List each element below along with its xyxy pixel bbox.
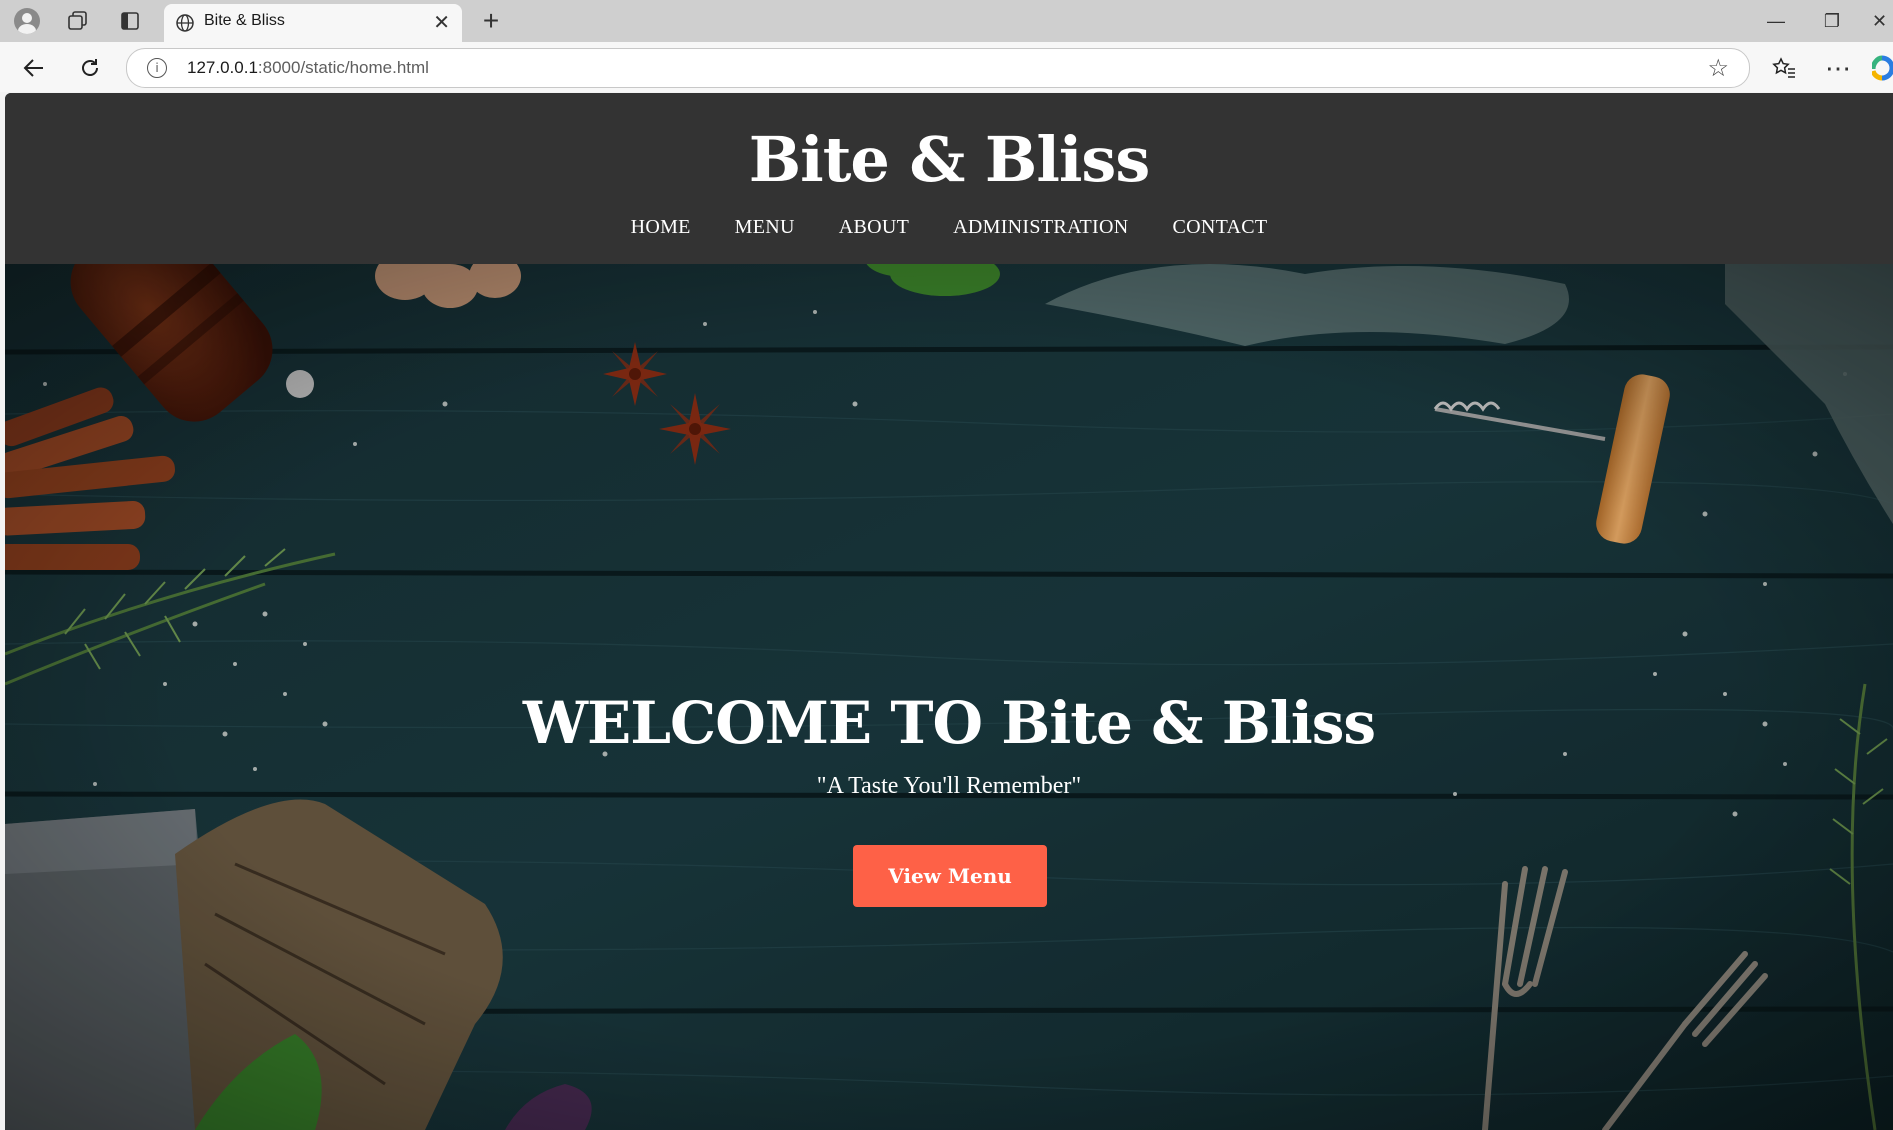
hero-tagline: "A Taste You'll Remember" — [816, 773, 1082, 799]
nav-contact[interactable]: CONTACT — [1172, 216, 1267, 239]
minimize-icon[interactable]: — — [1756, 6, 1796, 36]
favorites-icon[interactable] — [1766, 50, 1802, 86]
browser-tab-bar: Bite & Bliss ✕ + — ❐ ✕ — [0, 0, 1893, 42]
star-icon[interactable]: ☆ — [1707, 54, 1729, 83]
globe-icon — [174, 12, 196, 34]
browser-tab[interactable]: Bite & Bliss ✕ — [164, 4, 462, 42]
close-window-icon[interactable]: ✕ — [1866, 6, 1893, 36]
site-header: Bite & Bliss HOME MENU ABOUT ADMINISTRAT… — [5, 93, 1893, 264]
nav-administration[interactable]: ADMINISTRATION — [953, 216, 1128, 239]
nav-home[interactable]: HOME — [631, 216, 691, 239]
refresh-icon[interactable] — [72, 50, 108, 86]
main-nav: HOME MENU ABOUT ADMINISTRATION CONTACT — [5, 216, 1893, 239]
nav-menu[interactable]: MENU — [735, 216, 795, 239]
view-menu-button[interactable]: View Menu — [853, 845, 1047, 907]
tab-actions-icon[interactable] — [114, 6, 146, 36]
site-logo-title[interactable]: Bite & Bliss — [5, 123, 1893, 196]
hero-title: WELCOME TO Bite & Bliss — [522, 689, 1376, 757]
nav-about[interactable]: ABOUT — [839, 216, 909, 239]
address-input[interactable]: i 127.0.0.1:8000/static/home.html ☆ — [126, 48, 1750, 88]
plus-icon[interactable]: + — [474, 5, 508, 37]
restore-icon[interactable]: ❐ — [1812, 6, 1852, 36]
info-icon[interactable]: i — [147, 58, 167, 78]
web-page: Bite & Bliss HOME MENU ABOUT ADMINISTRAT… — [5, 93, 1893, 1130]
hero-section: WELCOME TO Bite & Bliss "A Taste You'll … — [5, 264, 1893, 1130]
more-icon[interactable]: ⋯ — [1820, 50, 1856, 86]
url-text: 127.0.0.1:8000/static/home.html — [187, 58, 429, 77]
profile-icon[interactable] — [12, 7, 42, 35]
close-icon[interactable]: ✕ — [433, 10, 450, 35]
back-icon[interactable] — [16, 50, 52, 86]
tab-title: Bite & Bliss — [204, 12, 285, 29]
copilot-icon[interactable] — [1872, 50, 1893, 86]
workspaces-icon[interactable] — [62, 6, 94, 36]
